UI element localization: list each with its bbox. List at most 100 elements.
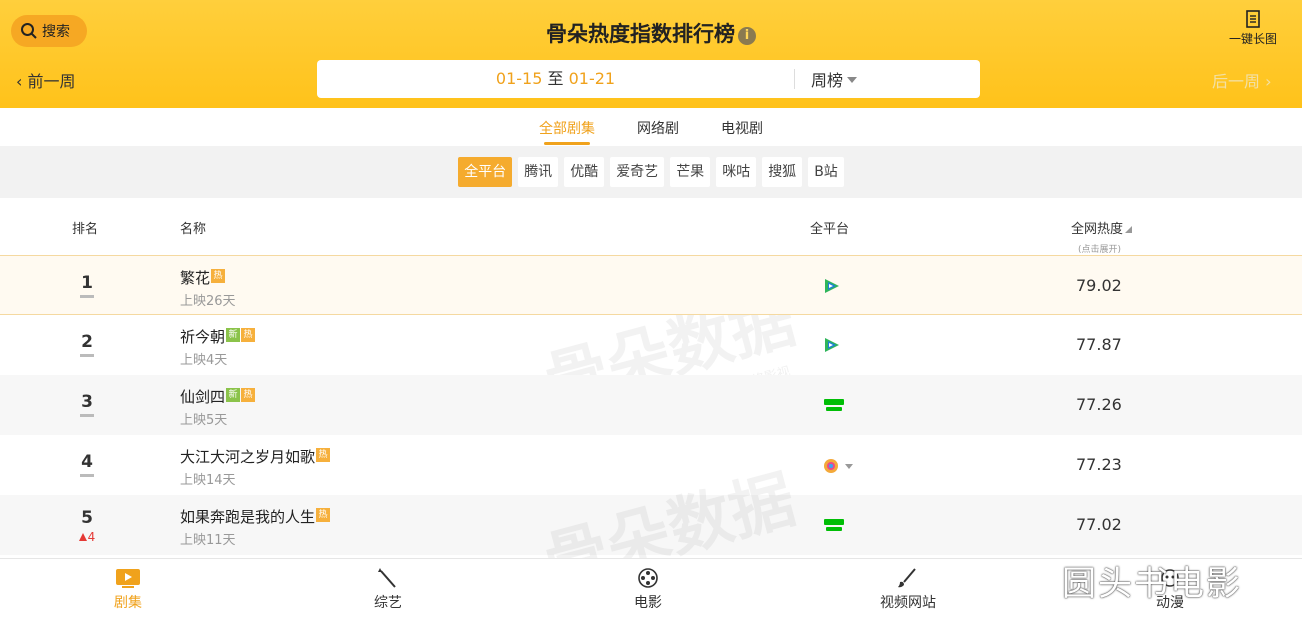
next-week-button[interactable]: 后一周 › bbox=[1212, 68, 1272, 92]
tab-web-series[interactable]: 网络剧 bbox=[616, 108, 700, 146]
prev-week-button[interactable]: ‹ 前一周 bbox=[16, 68, 76, 92]
platform-mango[interactable]: 芒果 bbox=[670, 157, 711, 187]
series-title-text: 祈今朝 bbox=[180, 328, 226, 346]
nav-series[interactable]: 剧集 bbox=[88, 567, 168, 612]
hot-badge: 热 bbox=[211, 269, 226, 283]
hot-badge: 热 bbox=[316, 448, 331, 462]
platform-all[interactable]: 全平台 bbox=[458, 157, 513, 187]
date-selector: 01-15 至 01-21 周榜 bbox=[317, 60, 980, 98]
table-row[interactable]: 2 祈今朝新热 上映4天 77.87 bbox=[0, 315, 1302, 375]
heat-value: 77.02 bbox=[1076, 515, 1122, 534]
rank-number: 4 bbox=[76, 452, 98, 477]
series-title: 祈今朝新热 bbox=[180, 326, 256, 347]
new-badge: 新 bbox=[226, 388, 241, 402]
tencent-video-icon bbox=[825, 279, 839, 293]
col-heat-hint[interactable]: (点击展开) bbox=[1078, 242, 1121, 255]
period-label: 周榜 bbox=[811, 71, 844, 90]
col-rank: 排名 bbox=[72, 222, 99, 237]
page-title-text: 骨朵热度指数排行榜 bbox=[546, 22, 735, 46]
series-title-text: 仙剑四 bbox=[180, 388, 226, 406]
series-title: 大江大河之岁月如歌热 bbox=[180, 446, 331, 467]
platform-migu[interactable]: 咪咕 bbox=[716, 157, 757, 187]
hot-badge: 热 bbox=[316, 508, 331, 522]
new-badge: 新 bbox=[226, 328, 241, 342]
iqiyi-icon bbox=[824, 399, 844, 411]
type-tabs: 全部剧集 网络剧 电视剧 bbox=[0, 108, 1302, 146]
period-dropdown[interactable]: 周榜 bbox=[795, 67, 858, 91]
days-released: 上映11天 bbox=[180, 533, 236, 548]
rank-number: 1 bbox=[76, 273, 98, 298]
series-title: 如果奔跑是我的人生热 bbox=[180, 506, 331, 527]
series-title-text: 如果奔跑是我的人生 bbox=[180, 508, 316, 526]
iqiyi-icon bbox=[824, 519, 844, 531]
tab-all-series[interactable]: 全部剧集 bbox=[518, 108, 616, 146]
nav-video-sites[interactable]: 视频网站 bbox=[868, 567, 948, 612]
rank-number: 3 bbox=[76, 392, 98, 417]
nav-movie[interactable]: 电影 bbox=[608, 567, 688, 612]
heat-value: 79.02 bbox=[1076, 276, 1122, 295]
nav-video-sites-label: 视频网站 bbox=[880, 595, 936, 611]
platform-sohu[interactable]: 搜狐 bbox=[762, 157, 803, 187]
magic-wand-icon bbox=[378, 568, 396, 588]
days-released: 上映4天 bbox=[180, 353, 228, 368]
col-heat-label: 全网热度 bbox=[1071, 222, 1124, 237]
days-released: 上映5天 bbox=[180, 413, 228, 428]
long-image-label: 一键长图 bbox=[1228, 32, 1277, 46]
date-end: 01-21 bbox=[568, 69, 616, 88]
series-title: 仙剑四新热 bbox=[180, 386, 256, 407]
rank-number: 2 bbox=[76, 332, 98, 357]
arrow-up-icon bbox=[78, 533, 87, 541]
days-released: 上映26天 bbox=[180, 294, 236, 309]
caret-down-icon bbox=[847, 77, 858, 83]
platform-youku[interactable]: 优酷 bbox=[564, 157, 605, 187]
platform-iqiyi[interactable]: 爱奇艺 bbox=[610, 157, 665, 187]
rank-change: 4 bbox=[76, 530, 98, 544]
rank-change-value: 4 bbox=[87, 530, 96, 544]
hot-badge: 热 bbox=[241, 328, 256, 342]
series-title-text: 大江大河之岁月如歌 bbox=[180, 448, 316, 466]
multi-platform-icon[interactable] bbox=[823, 457, 859, 475]
heat-value: 77.26 bbox=[1076, 395, 1122, 414]
next-week-label: 后一周 bbox=[1212, 72, 1261, 91]
page-title: 骨朵热度指数排行榜 i bbox=[0, 18, 1302, 48]
date-separator: 至 bbox=[547, 69, 564, 88]
nav-series-label: 剧集 bbox=[114, 595, 142, 611]
header-bar: 搜索 骨朵热度指数排行榜 i 一键长图 ‹ 前一周 01-15 至 01-21 周… bbox=[0, 0, 1302, 108]
chevron-right-icon: › bbox=[1265, 72, 1272, 91]
hot-badge: 热 bbox=[241, 388, 256, 402]
days-released: 上映14天 bbox=[180, 473, 236, 488]
date-start: 01-15 bbox=[495, 69, 543, 88]
chevron-left-icon: ‹ bbox=[16, 72, 23, 91]
series-title-text: 繁花 bbox=[180, 269, 211, 287]
nav-movie-label: 电影 bbox=[634, 595, 662, 611]
table-row[interactable]: 1 繁花热 上映26天 79.02 bbox=[0, 255, 1302, 315]
col-name: 名称 bbox=[180, 222, 207, 237]
tencent-video-icon bbox=[825, 338, 839, 352]
brush-icon bbox=[898, 568, 916, 588]
info-icon[interactable]: i bbox=[738, 27, 756, 45]
prev-week-label: 前一周 bbox=[27, 72, 76, 91]
date-range[interactable]: 01-15 至 01-21 bbox=[317, 69, 795, 89]
series-title: 繁花热 bbox=[180, 267, 226, 288]
heat-value: 77.87 bbox=[1076, 335, 1122, 354]
sort-icon bbox=[1125, 226, 1133, 233]
tv-play-icon bbox=[116, 569, 140, 588]
heat-value: 77.23 bbox=[1076, 455, 1122, 474]
long-image-button[interactable]: 一键长图 bbox=[1226, 10, 1280, 47]
col-platform: 全平台 bbox=[810, 222, 850, 237]
rank-number: 5 bbox=[81, 508, 93, 528]
table-header: 排名 名称 全平台 全网热度 (点击展开) bbox=[0, 198, 1302, 255]
film-reel-icon bbox=[638, 568, 658, 588]
document-icon bbox=[1246, 10, 1260, 28]
col-heat[interactable]: 全网热度 bbox=[1071, 218, 1133, 237]
table-row[interactable]: 3 仙剑四新热 上映5天 77.26 bbox=[0, 375, 1302, 435]
nav-variety-label: 综艺 bbox=[374, 595, 402, 611]
table-row[interactable]: 5 4 如果奔跑是我的人生热 上映11天 77.02 bbox=[0, 495, 1302, 555]
nav-variety[interactable]: 综艺 bbox=[348, 567, 428, 612]
platform-tencent[interactable]: 腾讯 bbox=[518, 157, 559, 187]
tab-tv-series[interactable]: 电视剧 bbox=[700, 108, 784, 146]
platform-filter: 全平台 腾讯 优酷 爱奇艺 芒果 咪咕 搜狐 B站 bbox=[0, 146, 1302, 198]
platform-bilibili[interactable]: B站 bbox=[808, 157, 844, 187]
corner-watermark: 圆头书电影 bbox=[1062, 564, 1242, 604]
table-row[interactable]: 4 大江大河之岁月如歌热 上映14天 77.23 bbox=[0, 435, 1302, 495]
